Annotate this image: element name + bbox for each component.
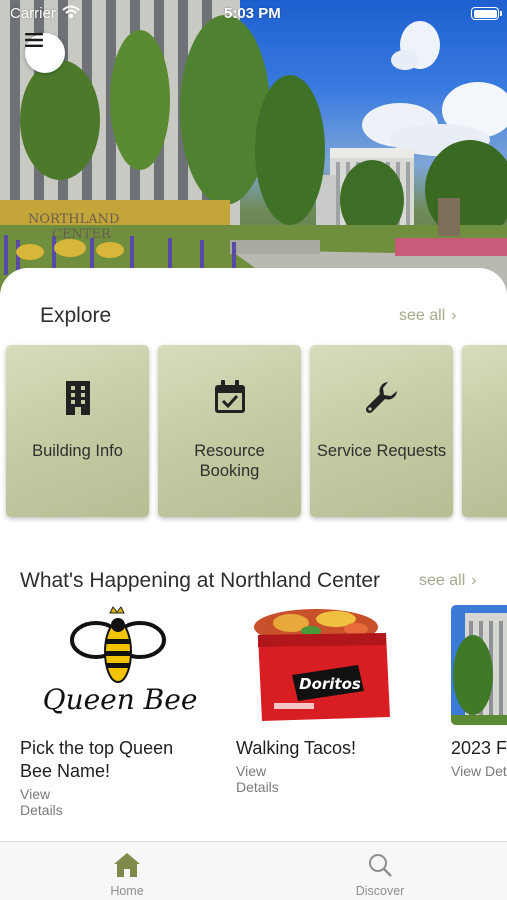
see-all-label: see all [419, 572, 466, 589]
card-partial[interactable] [462, 345, 507, 517]
tab-discover[interactable]: Discover [315, 842, 445, 900]
see-all-label: see all [399, 307, 446, 324]
calendar-check-icon [212, 379, 248, 415]
card-service-requests[interactable]: Service Requests [310, 345, 453, 517]
card-label: Resource Booking [194, 442, 265, 480]
explore-see-all-link[interactable]: see all › [399, 307, 457, 325]
search-icon [366, 852, 394, 878]
chevron-right-icon: › [451, 307, 457, 324]
building-photo [451, 605, 507, 725]
event-view-details-link[interactable]: View Det [451, 763, 507, 779]
event-view-details-link[interactable]: View Details [20, 786, 63, 818]
events-carousel: Queen Bee Pick the top Queen Bee Name! V… [0, 605, 507, 818]
happening-header: What's Happening at Northland Center see… [0, 569, 507, 599]
hero-image: NORTHLAND CENTER Carrier 5:03 PM [0, 0, 507, 300]
tab-bar: Home Discover [0, 841, 507, 900]
building-icon [60, 379, 96, 415]
card-building-info[interactable]: Building Info [6, 345, 149, 517]
doritos-bag-image: Doritos [254, 609, 390, 721]
card-label: Service Requests [316, 442, 447, 460]
hero-sign-text-2: CENTER [52, 227, 112, 242]
status-bar: Carrier 5:03 PM [0, 0, 507, 28]
event-title: Pick the top Queen Bee Name! [20, 738, 174, 781]
event-image: Queen Bee [20, 605, 215, 725]
happening-see-all-link[interactable]: see all › [419, 572, 477, 590]
home-icon [113, 852, 141, 878]
doritos-bag-text: Doritos [299, 675, 361, 693]
queen-bee-logo: Queen Bee [43, 606, 198, 716]
explore-title: Explore [40, 304, 112, 327]
tab-label: Home [110, 884, 144, 898]
card-label: Building Info [32, 442, 123, 460]
hero-photo: NORTHLAND CENTER [0, 0, 507, 300]
happening-title: What's Happening at Northland Center [20, 569, 381, 592]
hero-sign-text: NORTHLAND [28, 212, 119, 227]
tab-label: Discover [355, 884, 405, 898]
queen-bee-logo-text: Queen Bee [43, 683, 198, 716]
event-title: 2023 F [451, 738, 507, 758]
event-view-details-link[interactable]: View Details [236, 763, 279, 795]
explore-header: Explore see all › [0, 304, 507, 334]
carrier-label: Carrier [10, 5, 56, 22]
explore-cards: Building Info Resource Booking Service R… [0, 345, 507, 520]
event-image [451, 605, 507, 725]
chevron-right-icon: › [471, 572, 477, 589]
tab-home[interactable]: Home [62, 842, 192, 900]
event-image: Doritos [236, 605, 416, 725]
wrench-icon [364, 379, 400, 415]
card-resource-booking[interactable]: Resource Booking [158, 345, 301, 517]
event-title: Walking Tacos! [236, 738, 357, 758]
status-time: 5:03 PM [224, 5, 281, 22]
battery-icon [471, 7, 502, 20]
content-sheet: Explore see all › Building Info Resource… [0, 268, 507, 842]
menu-button[interactable] [25, 33, 65, 73]
